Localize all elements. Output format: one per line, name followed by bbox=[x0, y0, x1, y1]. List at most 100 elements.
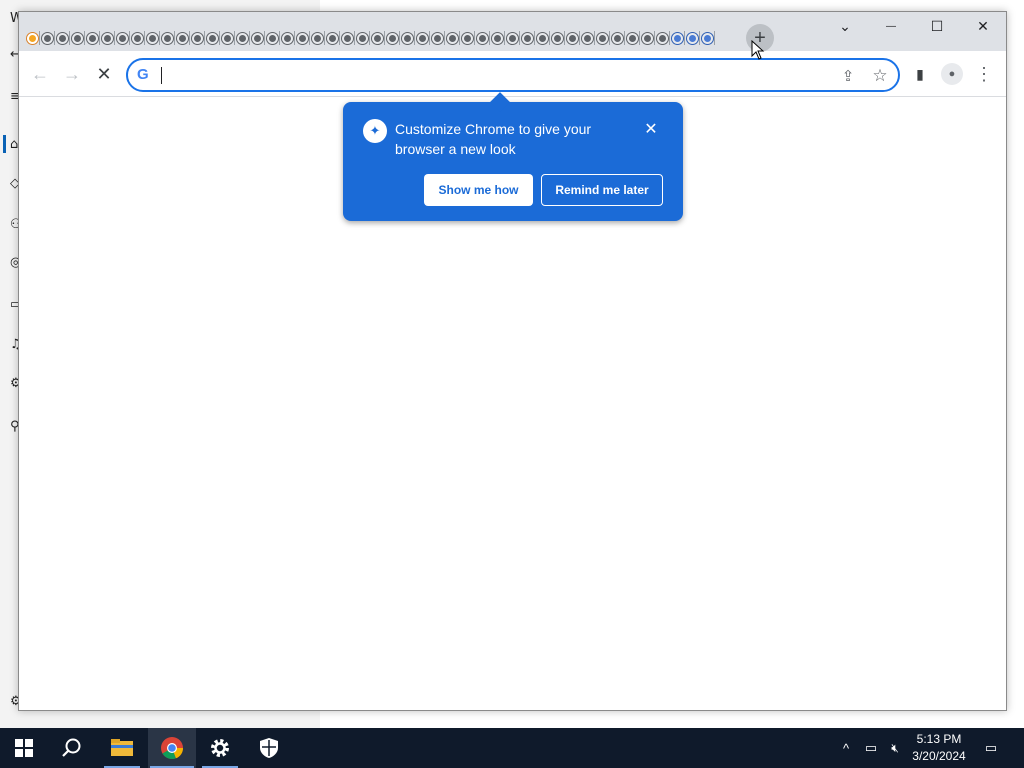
browser-tab[interactable] bbox=[655, 26, 670, 50]
mouse-cursor-icon bbox=[751, 40, 765, 60]
remind-me-later-button[interactable]: Remind me later bbox=[541, 174, 663, 206]
tab-favicon-icon bbox=[477, 32, 488, 44]
browser-tab[interactable] bbox=[130, 26, 145, 50]
browser-tab[interactable] bbox=[565, 26, 580, 50]
tab-favicon-icon bbox=[87, 32, 98, 44]
browser-tab[interactable] bbox=[595, 26, 610, 50]
browser-tab[interactable] bbox=[250, 26, 265, 50]
taskbar-clock[interactable]: 5:13 PM 3/20/2024 bbox=[900, 731, 978, 765]
close-window-button[interactable]: ✕ bbox=[960, 12, 1006, 40]
browser-tab[interactable] bbox=[685, 26, 700, 50]
tab-favicon-icon bbox=[222, 32, 233, 44]
tab-favicon-icon bbox=[672, 32, 683, 44]
stop-loading-button[interactable]: ✕ bbox=[89, 59, 119, 89]
browser-tab[interactable] bbox=[640, 26, 655, 50]
tab-favicon-icon bbox=[387, 32, 398, 44]
show-hidden-icons-button[interactable]: ^ bbox=[836, 728, 856, 768]
browser-tab[interactable] bbox=[190, 26, 205, 50]
browser-tab[interactable] bbox=[385, 26, 400, 50]
browser-tab[interactable] bbox=[670, 26, 685, 50]
tab-favicon-icon bbox=[582, 32, 593, 44]
notification-center-button[interactable]: ▭ bbox=[980, 728, 1002, 768]
chrome-menu-button[interactable]: ⋮ bbox=[969, 59, 999, 89]
background-selection-accent bbox=[3, 135, 6, 153]
browser-tab[interactable] bbox=[430, 26, 445, 50]
minimize-button[interactable]: — bbox=[868, 12, 914, 40]
forward-button[interactable]: → bbox=[57, 59, 87, 89]
promo-close-button[interactable]: ✕ bbox=[641, 119, 661, 139]
browser-tab[interactable] bbox=[355, 26, 370, 50]
promo-message: Customize Chrome to give your browser a … bbox=[395, 121, 592, 157]
file-explorer-icon bbox=[111, 739, 133, 756]
show-me-how-button[interactable]: Show me how bbox=[424, 174, 533, 206]
tab-favicon-icon bbox=[417, 32, 428, 44]
browser-tab[interactable] bbox=[175, 26, 190, 50]
browser-tab[interactable] bbox=[490, 26, 505, 50]
tab-favicon-icon bbox=[522, 32, 533, 44]
browser-tab[interactable] bbox=[100, 26, 115, 50]
search-icon bbox=[62, 738, 81, 757]
taskbar-search-button[interactable] bbox=[48, 728, 96, 768]
chrome-icon bbox=[161, 737, 184, 760]
tab-favicon-icon bbox=[252, 32, 263, 44]
browser-tab[interactable] bbox=[325, 26, 340, 50]
share-button[interactable]: ⇪ bbox=[837, 65, 859, 87]
browser-tab[interactable] bbox=[460, 26, 475, 50]
lightbulb-icon: ✦ bbox=[363, 119, 387, 143]
tab-favicon-icon bbox=[42, 32, 53, 44]
browser-tab[interactable] bbox=[265, 26, 280, 50]
browser-tab[interactable] bbox=[205, 26, 220, 50]
maximize-button[interactable]: ☐ bbox=[914, 12, 960, 40]
omnibox[interactable]: G ⇪ ☆ bbox=[126, 58, 900, 92]
tab-favicon-icon bbox=[642, 32, 653, 44]
taskbar-security[interactable] bbox=[245, 728, 293, 768]
network-button[interactable]: ▭ bbox=[860, 728, 882, 768]
tab-favicon-icon bbox=[192, 32, 203, 44]
side-panel-icon: ▮ bbox=[916, 65, 924, 82]
browser-tab[interactable] bbox=[340, 26, 355, 50]
browser-tab[interactable] bbox=[580, 26, 595, 50]
browser-tab[interactable] bbox=[400, 26, 415, 50]
browser-tab[interactable] bbox=[535, 26, 550, 50]
browser-tab[interactable] bbox=[475, 26, 490, 50]
browser-tab[interactable] bbox=[520, 26, 535, 50]
browser-tab[interactable] bbox=[310, 26, 325, 50]
taskbar-chrome[interactable] bbox=[148, 728, 196, 768]
browser-tab[interactable] bbox=[40, 26, 55, 50]
browser-tab[interactable] bbox=[610, 26, 625, 50]
tab-favicon-icon bbox=[207, 32, 218, 44]
browser-tab[interactable] bbox=[160, 26, 175, 50]
browser-tab[interactable] bbox=[415, 26, 430, 50]
browser-tab[interactable] bbox=[700, 26, 715, 50]
profile-button[interactable]: ● bbox=[937, 59, 967, 89]
browser-tab[interactable] bbox=[70, 26, 85, 50]
back-button[interactable]: ← bbox=[25, 59, 55, 89]
browser-tab[interactable] bbox=[505, 26, 520, 50]
taskbar-file-explorer[interactable] bbox=[98, 728, 146, 768]
tab-favicon-icon bbox=[117, 32, 128, 44]
tab-favicon-icon bbox=[552, 32, 563, 44]
browser-tab[interactable] bbox=[295, 26, 310, 50]
browser-tab[interactable] bbox=[370, 26, 385, 50]
bookmark-button[interactable]: ☆ bbox=[869, 65, 891, 87]
address-input[interactable] bbox=[160, 64, 820, 86]
taskbar-settings[interactable] bbox=[196, 728, 244, 768]
tab-search-button[interactable]: ⌄ bbox=[822, 12, 868, 40]
start-button[interactable] bbox=[0, 728, 48, 768]
browser-tab[interactable] bbox=[625, 26, 640, 50]
browser-tab[interactable] bbox=[280, 26, 295, 50]
side-panel-button[interactable]: ▮ bbox=[905, 59, 935, 89]
close-icon: ✕ bbox=[644, 121, 658, 138]
share-icon: ⇪ bbox=[841, 68, 855, 85]
browser-tab[interactable] bbox=[550, 26, 565, 50]
browser-tab[interactable] bbox=[85, 26, 100, 50]
windows-logo-icon bbox=[15, 739, 33, 757]
browser-tab[interactable] bbox=[145, 26, 160, 50]
browser-tab[interactable] bbox=[220, 26, 235, 50]
minimize-icon: — bbox=[886, 20, 896, 32]
browser-tab[interactable] bbox=[115, 26, 130, 50]
browser-tab[interactable] bbox=[445, 26, 460, 50]
browser-tab[interactable] bbox=[235, 26, 250, 50]
browser-tab[interactable] bbox=[55, 26, 70, 50]
browser-tab[interactable] bbox=[25, 26, 40, 50]
